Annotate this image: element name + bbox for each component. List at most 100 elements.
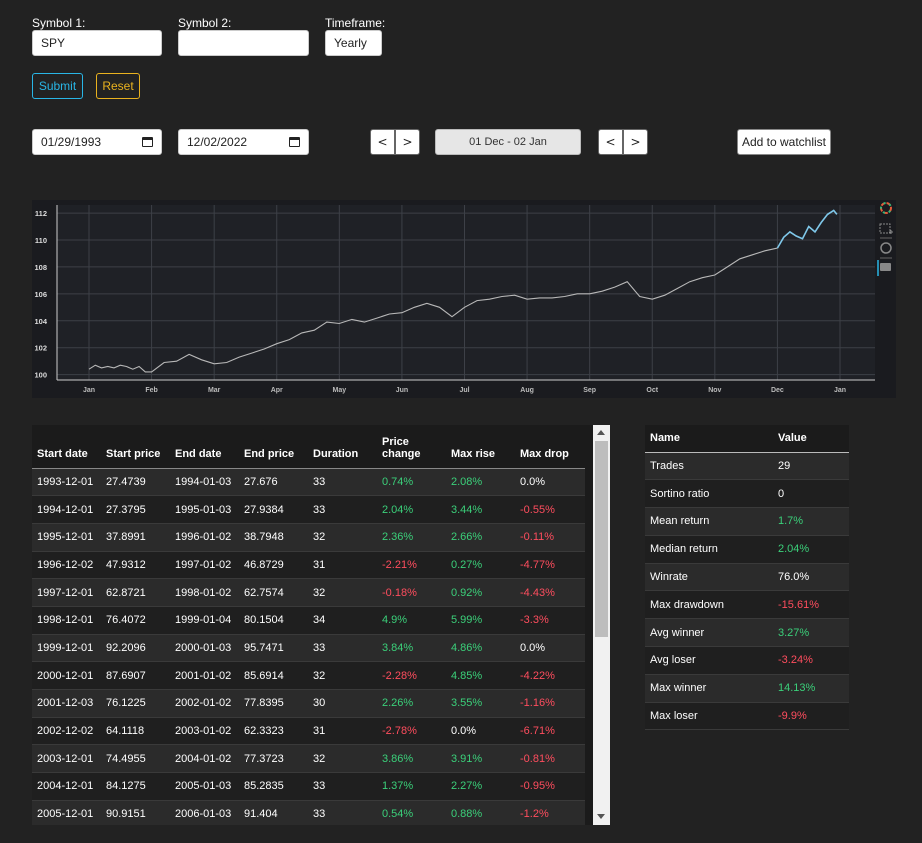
x-tick-label: Jul xyxy=(459,387,469,394)
table-row[interactable]: 1998-12-01 76.4072 1999-01-04 80.1504 34 4.9%… xyxy=(32,606,585,635)
table-cell: 92.2096 xyxy=(101,634,170,663)
table-cell: 33 xyxy=(308,634,377,663)
next-period-button[interactable]: > xyxy=(395,129,420,155)
scroll-down-arrow-icon[interactable] xyxy=(597,814,605,819)
table-cell: 1996-01-02 xyxy=(170,523,239,552)
col-start-price[interactable]: Start price xyxy=(101,425,170,469)
col-end-date[interactable]: End date xyxy=(170,425,239,469)
timeframe-select[interactable]: Yearly xyxy=(325,30,382,56)
table-row[interactable]: 2000-12-01 87.6907 2001-01-02 85.6914 32 -2.2… xyxy=(32,661,585,690)
reset-icon[interactable] xyxy=(880,242,892,254)
stat-name: Median return xyxy=(645,535,773,564)
bokeh-logo-icon[interactable] xyxy=(880,202,892,214)
table-cell: 0.0% xyxy=(515,634,585,663)
stats-row: Median return 2.04% xyxy=(645,535,849,564)
table-row[interactable]: 2002-12-02 64.1118 2003-01-02 62.3323 31 -2.7… xyxy=(32,717,585,746)
table-cell: 0.0% xyxy=(515,468,585,497)
y-tick-label: 112 xyxy=(35,209,47,218)
col-max-drop[interactable]: Max drop xyxy=(515,425,585,469)
col-name[interactable]: Name xyxy=(645,425,773,453)
x-tick-label: Jan xyxy=(83,387,95,394)
symbol2-label: Symbol 2: xyxy=(178,16,232,30)
submit-button[interactable]: Submit xyxy=(32,73,83,99)
prev-range-button[interactable]: < xyxy=(598,129,623,155)
symbol2-input[interactable] xyxy=(178,30,309,56)
table-cell: 0.92% xyxy=(446,578,515,607)
x-tick-label: Oct xyxy=(646,387,658,394)
table-row[interactable]: 2004-12-01 84.1275 2005-01-03 85.2835 33 1.37… xyxy=(32,772,585,801)
col-end-price[interactable]: End price xyxy=(239,425,308,469)
table-row[interactable]: 1995-12-01 37.8991 1996-01-02 38.7948 32 2.36… xyxy=(32,523,585,552)
table-cell: 2.04% xyxy=(377,495,446,524)
table-cell: -6.71% xyxy=(515,717,585,746)
stats-row: Max winner 14.13% xyxy=(645,674,849,703)
table-row[interactable]: 1994-12-01 27.3795 1995-01-03 27.9384 33 2.04… xyxy=(32,495,585,524)
table-cell: 91.404 xyxy=(239,800,308,825)
col-value[interactable]: Value xyxy=(773,425,849,453)
stats-row: Winrate 76.0% xyxy=(645,563,849,592)
calendar-icon[interactable] xyxy=(289,137,300,147)
table-cell: 30 xyxy=(308,689,377,718)
x-tick-label: Aug xyxy=(520,387,534,394)
trades-table-container[interactable]: Start date Start price End date End pric… xyxy=(32,425,610,825)
table-cell: 2002-01-02 xyxy=(170,689,239,718)
add-to-watchlist-button[interactable]: Add to watchlist xyxy=(737,129,831,155)
table-cell: 27.676 xyxy=(239,468,308,497)
table-cell: 0.74% xyxy=(377,468,446,497)
stats-body: Trades 29 Sortino ratio 0 Mean return 1.7% Med… xyxy=(645,452,849,731)
end-date-input[interactable]: 12/02/2022 xyxy=(178,129,309,155)
table-cell: 0.54% xyxy=(377,800,446,825)
col-start-date[interactable]: Start date xyxy=(32,425,101,469)
prev-period-button[interactable]: < xyxy=(370,129,395,155)
stat-name: Max drawdown xyxy=(645,590,773,620)
table-cell: 1.37% xyxy=(377,772,446,801)
table-scrollbar[interactable] xyxy=(593,425,610,825)
table-cell: 1998-01-02 xyxy=(170,578,239,607)
calendar-icon[interactable] xyxy=(142,137,153,147)
hover-icon[interactable] xyxy=(877,260,891,276)
col-max-rise[interactable]: Max rise xyxy=(446,425,515,469)
table-cell: -0.81% xyxy=(515,744,585,774)
table-cell: 1995-01-03 xyxy=(170,495,239,524)
start-date-input[interactable]: 01/29/1993 xyxy=(32,129,162,155)
table-cell: 0.27% xyxy=(446,551,515,580)
next-range-button[interactable]: > xyxy=(623,129,648,155)
trades-header-row: Start date Start price End date End pric… xyxy=(32,425,585,469)
table-cell: -2.78% xyxy=(377,717,446,746)
stats-row: Sortino ratio 0 xyxy=(645,479,849,509)
table-cell: 34 xyxy=(308,606,377,635)
stat-value: 14.13% xyxy=(773,674,849,703)
col-price-change[interactable]: Price change xyxy=(377,425,446,469)
scroll-thumb[interactable] xyxy=(595,441,608,637)
y-tick-label: 104 xyxy=(34,317,47,326)
price-chart[interactable]: Jan Feb Mar Apr May Jun Jul Aug Sep Oct Nov Dec Jan 1… xyxy=(32,200,896,398)
table-cell: 32 xyxy=(308,578,377,607)
x-tick-label: Jun xyxy=(396,387,408,394)
table-row[interactable]: 1999-12-01 92.2096 2000-01-03 95.7471 33 3.84… xyxy=(32,634,585,663)
y-tick-label: 106 xyxy=(34,290,47,299)
table-cell: 64.1118 xyxy=(101,717,170,746)
table-cell: 2004-12-01 xyxy=(32,772,101,801)
chart-svg[interactable]: Jan Feb Mar Apr May Jun Jul Aug Sep Oct Nov Dec Jan 1… xyxy=(32,200,896,398)
table-cell: 4.9% xyxy=(377,606,446,635)
col-duration[interactable]: Duration xyxy=(308,425,377,469)
table-row[interactable]: 2003-12-01 74.4955 2004-01-02 77.3723 32 3.86… xyxy=(32,744,585,774)
table-row[interactable]: 1996-12-02 47.9312 1997-01-02 46.8729 31 -2.2… xyxy=(32,551,585,580)
symbol1-input[interactable]: SPY xyxy=(32,30,162,56)
table-cell: -2.21% xyxy=(377,551,446,580)
table-row[interactable]: 2005-12-01 90.9151 2006-01-03 91.404 33 0.54%… xyxy=(32,800,585,825)
x-tick-label: Nov xyxy=(708,387,721,394)
y-tick-label: 102 xyxy=(34,344,47,353)
table-cell: 80.1504 xyxy=(239,606,308,635)
table-cell: 2.66% xyxy=(446,523,515,552)
reset-button[interactable]: Reset xyxy=(96,73,140,99)
box-zoom-icon[interactable] xyxy=(879,223,893,234)
table-cell: 32 xyxy=(308,523,377,552)
table-row[interactable]: 2001-12-03 76.1225 2002-01-02 77.8395 30 2.26… xyxy=(32,689,585,718)
table-cell: -4.77% xyxy=(515,551,585,580)
stats-row: Avg loser -3.24% xyxy=(645,646,849,675)
table-row[interactable]: 1993-12-01 27.4739 1994-01-03 27.676 33 0.74%… xyxy=(32,468,585,497)
scroll-up-arrow-icon[interactable] xyxy=(597,430,605,435)
table-cell: 33 xyxy=(308,800,377,825)
table-row[interactable]: 1997-12-01 62.8721 1998-01-02 62.7574 32 -0.1… xyxy=(32,578,585,607)
